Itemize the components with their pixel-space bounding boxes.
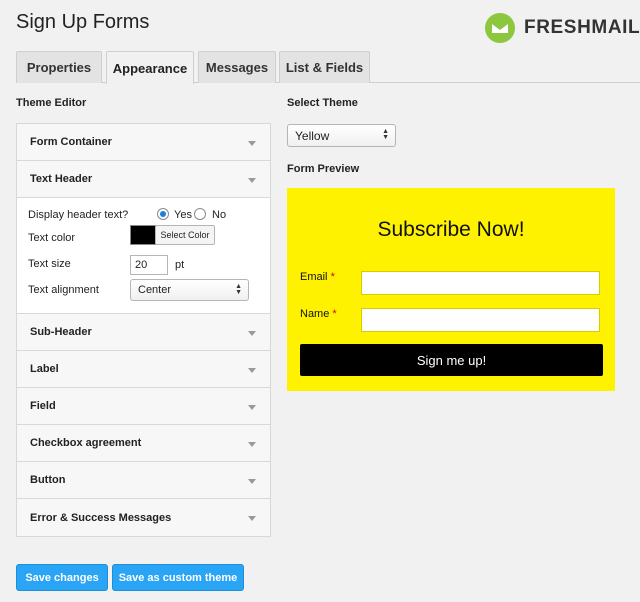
text-size-unit: pt (175, 259, 185, 271)
preview-email-input[interactable] (361, 271, 600, 295)
theme-select-value: Yellow (295, 128, 330, 143)
freshmail-logo-icon (485, 13, 515, 43)
section-label: Field (30, 400, 56, 412)
chevron-down-icon (248, 141, 256, 146)
section-button[interactable]: Button (17, 462, 270, 499)
preview-submit-button[interactable]: Sign me up! (300, 344, 603, 376)
display-no-label: No (212, 209, 227, 221)
text-alignment-select[interactable]: Center ▲ ▼ (130, 279, 249, 301)
theme-editor-heading: Theme Editor (16, 97, 87, 109)
save-changes-button[interactable]: Save changes (16, 564, 108, 591)
section-error-success-messages[interactable]: Error & Success Messages (17, 499, 270, 536)
select-caret-icon: ▲ ▼ (382, 128, 389, 141)
display-no-radio[interactable] (194, 208, 206, 220)
page-title: Sign Up Forms (16, 11, 150, 33)
chevron-down-icon (248, 368, 256, 373)
section-checkbox-agreement[interactable]: Checkbox agreement (17, 425, 270, 462)
section-label: Checkbox agreement (30, 437, 142, 449)
form-preview-heading: Form Preview (287, 163, 360, 175)
display-header-label: Display header text? (28, 209, 129, 221)
brand-logo: FRESHMAIL (484, 12, 640, 44)
section-field[interactable]: Field (17, 388, 270, 425)
text-alignment-value: Center (138, 284, 172, 296)
text-color-label: Text color (28, 232, 76, 244)
display-yes-radio[interactable] (157, 208, 169, 220)
section-text-header[interactable]: Text Header (17, 161, 270, 198)
chevron-down-icon (248, 479, 256, 484)
chevron-down-icon (248, 331, 256, 336)
tab-appearance[interactable]: Appearance (106, 51, 194, 84)
select-color-button[interactable]: Select Color (155, 225, 215, 245)
text-size-input[interactable]: 20 (130, 255, 168, 275)
text-alignment-label: Text alignment (28, 284, 99, 296)
section-label-item[interactable]: Label (17, 351, 270, 388)
select-theme-heading: Select Theme (287, 97, 358, 109)
tab-list-fields[interactable]: List & Fields (279, 51, 370, 83)
tab-messages[interactable]: Messages (198, 51, 276, 83)
text-header-panel: Display header text? Yes No Text color S… (17, 198, 270, 314)
brand-name: FRESHMAIL (524, 17, 640, 38)
theme-editor-accordion: Form Container Text Header Display heade… (16, 123, 271, 537)
chevron-down-icon (248, 442, 256, 447)
chevron-down-icon (248, 516, 256, 521)
section-label: Form Container (30, 136, 112, 148)
preview-email-label: Email * (300, 271, 335, 283)
section-label: Text Header (30, 173, 93, 185)
text-color-swatch[interactable] (130, 225, 156, 245)
required-mark: * (330, 271, 335, 283)
section-label: Error & Success Messages (30, 511, 172, 524)
text-size-label: Text size (28, 258, 71, 270)
required-mark: * (332, 308, 337, 320)
chevron-down-icon (248, 405, 256, 410)
section-sub-header[interactable]: Sub-Header (17, 314, 270, 351)
theme-select[interactable]: Yellow ▲ ▼ (287, 124, 396, 147)
save-custom-theme-button[interactable]: Save as custom theme (112, 564, 244, 591)
display-yes-label: Yes (174, 209, 192, 221)
tab-properties[interactable]: Properties (16, 51, 102, 83)
section-form-container[interactable]: Form Container (17, 124, 270, 161)
tab-bar: Properties Appearance Messages List & Fi… (16, 51, 640, 84)
section-label: Sub-Header (30, 326, 92, 338)
preview-name-label: Name * (300, 308, 337, 320)
section-label: Label (30, 363, 59, 375)
form-preview: Subscribe Now! Email * Name * Sign me up… (287, 188, 615, 391)
chevron-down-icon (248, 178, 256, 183)
select-caret-icon: ▲ ▼ (235, 283, 242, 296)
section-label: Button (30, 474, 66, 486)
preview-name-input[interactable] (361, 308, 600, 332)
preview-title: Subscribe Now! (377, 218, 525, 241)
